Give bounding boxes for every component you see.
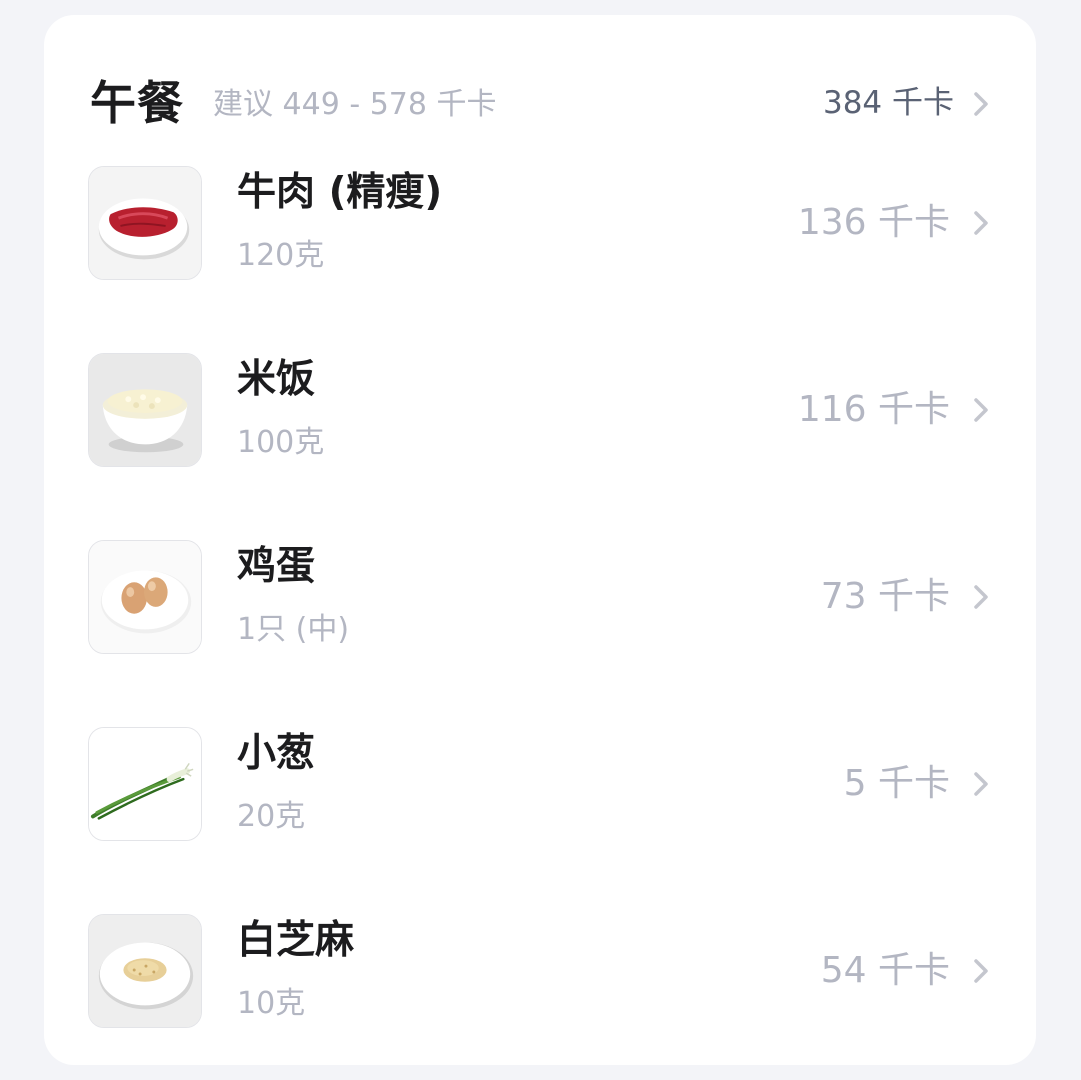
- food-name: 小葱: [237, 731, 316, 776]
- chevron-right-icon: [974, 398, 988, 422]
- chevron-right-icon: [974, 585, 988, 609]
- eggs-image: [88, 540, 202, 654]
- food-amount: 10克: [237, 986, 306, 1021]
- food-name: 米饭: [237, 357, 316, 402]
- meal-header[interactable]: 午餐 建议 449 - 578 千卡 384 千卡: [44, 73, 1036, 135]
- food-calories: 73 千卡: [820, 576, 950, 617]
- scallion-image: [88, 727, 202, 841]
- food-item-rice[interactable]: 米饭 100克 116 千卡: [44, 353, 1036, 513]
- chevron-right-icon: [974, 772, 988, 796]
- lunch-card: 午餐 建议 449 - 578 千卡 384 千卡 牛肉 (精瘦) 120克 1…: [44, 15, 1036, 1065]
- food-amount: 1只 (中): [237, 612, 350, 647]
- food-name: 白芝麻: [237, 918, 355, 963]
- chevron-right-icon: [974, 211, 988, 235]
- meal-total-calories: 384 千卡: [822, 85, 954, 121]
- food-calories: 116 千卡: [797, 389, 950, 430]
- food-item-beef[interactable]: 牛肉 (精瘦) 120克 136 千卡: [44, 166, 1036, 326]
- food-calories: 5 千卡: [843, 763, 950, 804]
- food-item-egg[interactable]: 鸡蛋 1只 (中) 73 千卡: [44, 540, 1036, 700]
- food-amount: 100克: [237, 425, 325, 460]
- food-name: 鸡蛋: [237, 544, 316, 589]
- meal-title: 午餐: [90, 76, 184, 130]
- chevron-right-icon: [974, 92, 988, 116]
- food-amount: 120克: [237, 238, 325, 273]
- sesame-image: [88, 914, 202, 1028]
- beef-image: [88, 166, 202, 280]
- food-item-scallion[interactable]: 小葱 20克 5 千卡: [44, 727, 1036, 887]
- food-calories: 54 千卡: [820, 950, 950, 991]
- food-calories: 136 千卡: [797, 202, 950, 243]
- food-name: 牛肉 (精瘦): [237, 170, 443, 215]
- meal-suggestion: 建议 449 - 578 千卡: [213, 87, 497, 122]
- rice-image: [88, 353, 202, 467]
- chevron-right-icon: [974, 959, 988, 983]
- food-amount: 20克: [237, 799, 306, 834]
- food-item-sesame[interactable]: 白芝麻 10克 54 千卡: [44, 914, 1036, 1074]
